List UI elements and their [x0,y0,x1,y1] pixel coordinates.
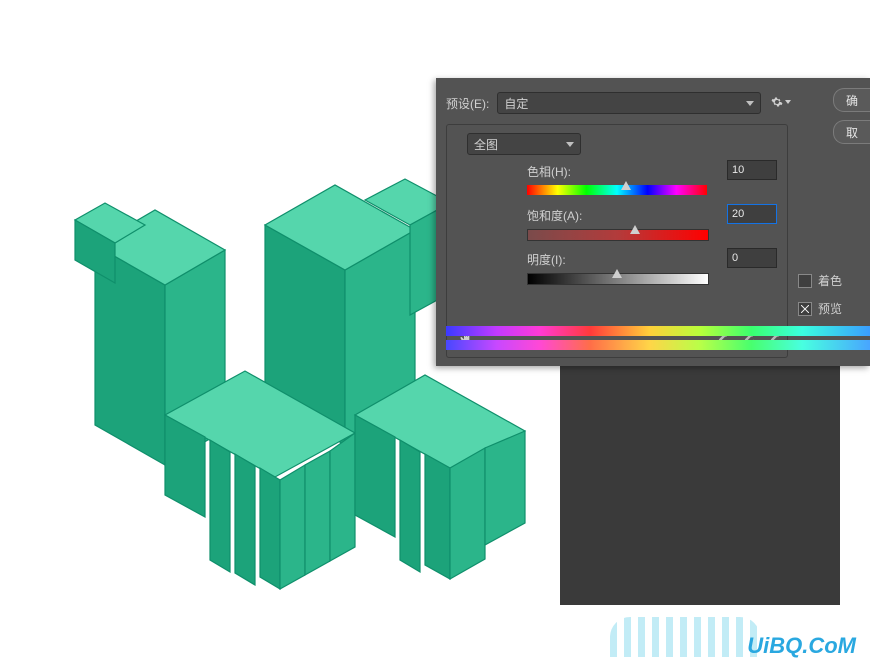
preview-row[interactable]: 预览 [798,300,842,317]
hue-reference-strip-before [446,326,870,336]
channel-dropdown[interactable]: 全图 [467,133,581,155]
hue-input[interactable] [727,160,777,180]
channel-value: 全图 [474,136,498,153]
chevron-down-icon [785,100,791,104]
hue-label: 色相(H): [527,163,571,180]
gear-icon [771,95,783,109]
hue-slider-thumb[interactable] [621,181,631,190]
colorize-checkbox[interactable] [798,274,812,288]
preset-value: 自定 [504,95,528,112]
colorize-row[interactable]: 着色 [798,272,842,289]
chevron-down-icon [746,101,754,106]
preview-label: 预览 [818,300,842,317]
cancel-button[interactable]: 取 [833,120,870,144]
hue-reference-strip-after [446,340,870,350]
saturation-slider-thumb[interactable] [630,225,640,234]
hue-slider-track[interactable] [527,185,707,195]
colorize-label: 着色 [818,272,842,289]
hue-saturation-dialog: 预设(E): 自定 确 取 全图 色相(H): 饱和度(A): [436,78,870,366]
preset-label: 预设(E): [446,95,489,112]
ok-button-label: 确 [846,92,858,109]
lightness-input[interactable] [727,248,777,268]
ok-button[interactable]: 确 [833,88,870,112]
watermark-text: UiBQ.CoM [747,633,856,659]
pasteboard [560,365,840,605]
cancel-button-label: 取 [846,124,858,141]
watermark-decoration [610,617,760,657]
saturation-slider-track[interactable] [527,229,709,241]
params-group: 全图 色相(H): 饱和度(A): 明度(I): [446,124,788,358]
chevron-down-icon [566,142,574,147]
saturation-label: 饱和度(A): [527,207,582,224]
saturation-input[interactable] [727,204,777,224]
preset-options-button[interactable] [771,92,791,112]
lightness-label: 明度(I): [527,251,566,268]
lightness-slider-thumb[interactable] [612,269,622,278]
preset-dropdown[interactable]: 自定 [497,92,761,114]
preview-checkbox[interactable] [798,302,812,316]
